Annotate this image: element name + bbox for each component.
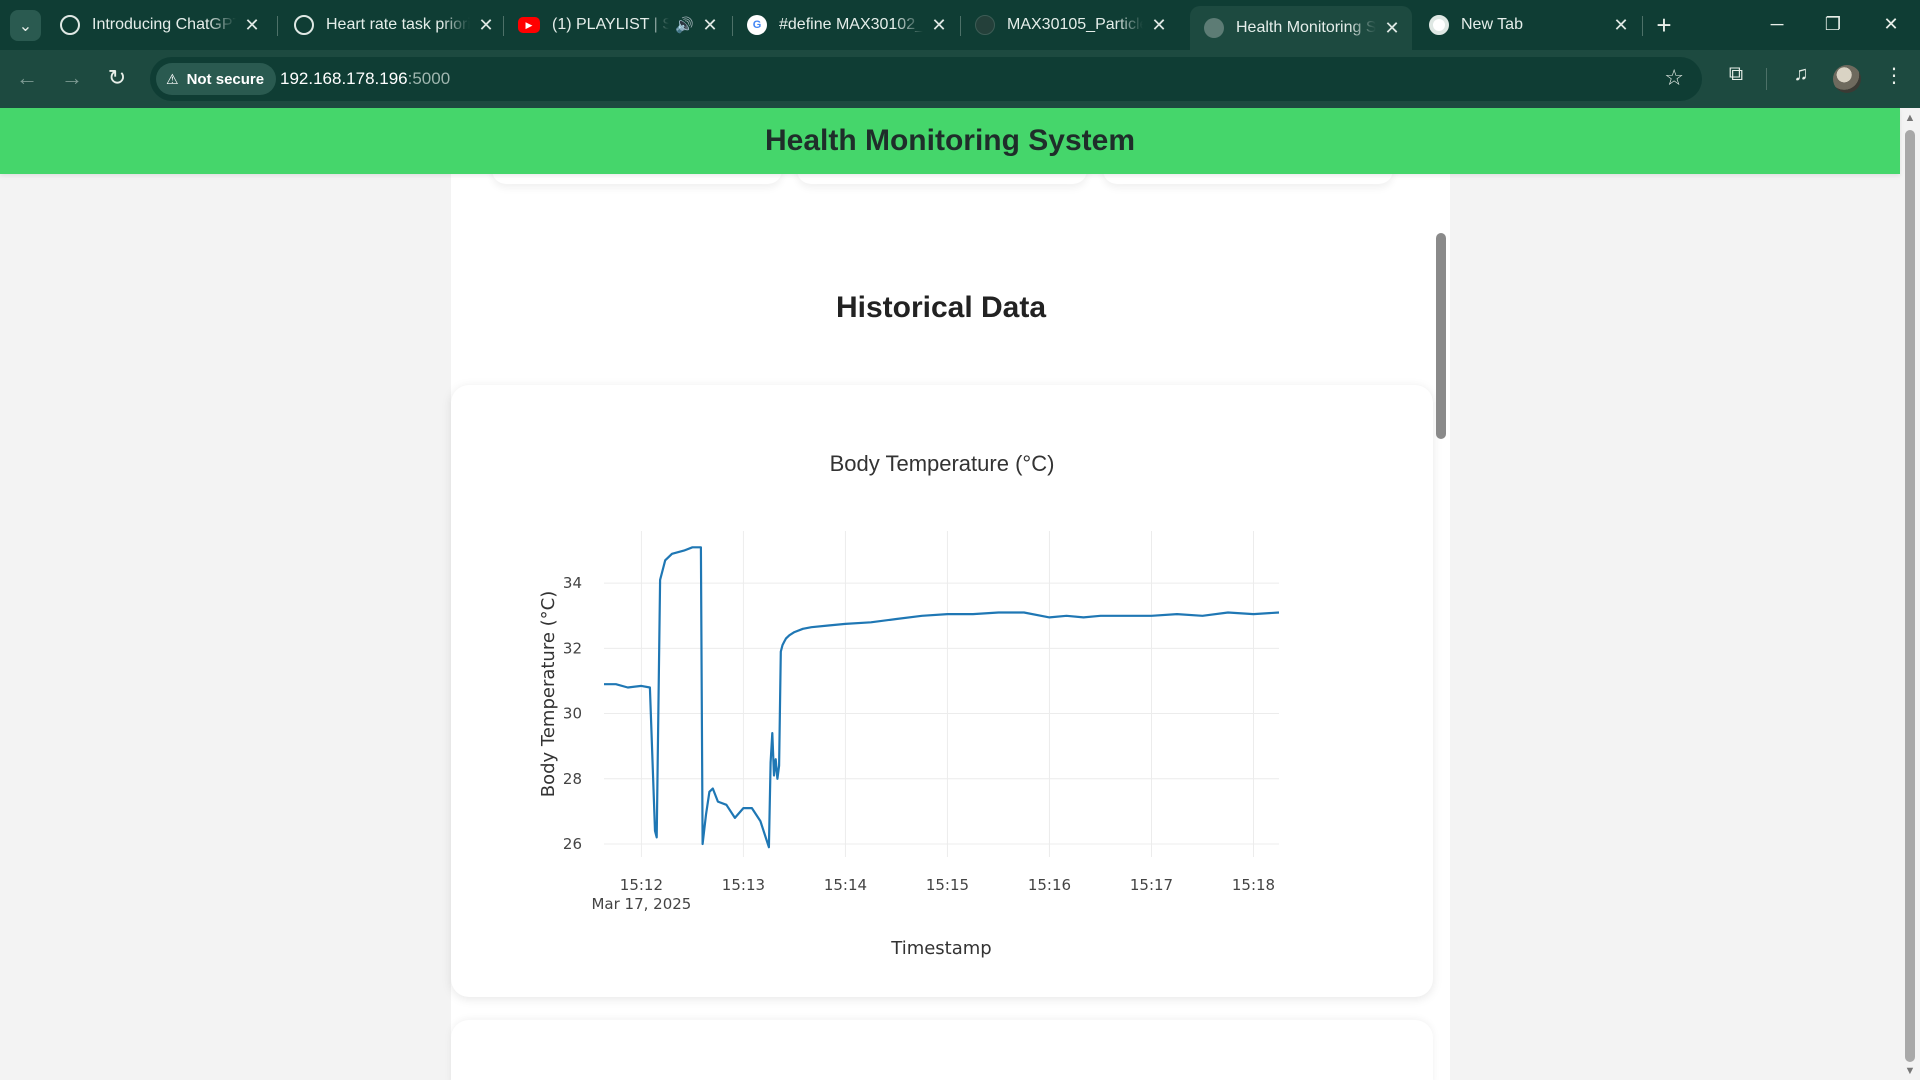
site-header: Health Monitoring System	[0, 108, 1900, 174]
url-text[interactable]: 192.168.178.196:5000	[280, 69, 450, 89]
temperature-chart[interactable]: 26 28 30 32 34 15:12 15:13 15:14 15:15 15:16 15:17…	[451, 385, 1433, 997]
github-icon	[975, 15, 995, 35]
close-icon[interactable]: ✕	[1611, 15, 1631, 36]
site-title: Health Monitoring System	[764, 124, 1136, 157]
content-scrollbar-thumb[interactable]	[1436, 233, 1446, 439]
close-icon[interactable]: ✕	[700, 15, 720, 36]
tab-title: Introducing ChatGPT	[92, 16, 236, 33]
y-tick-label: 32	[563, 639, 582, 657]
x-tick-label: 15:18	[1232, 876, 1275, 894]
next-chart-card	[451, 1020, 1433, 1080]
y-tick-label: 30	[563, 705, 582, 723]
page-viewport: Health Monitoring System Historical Data…	[0, 108, 1920, 1080]
tab-introducing-chatgpt[interactable]: Introducing ChatGPT ✕	[46, 6, 272, 44]
tab-title: Health Monitoring System	[1236, 19, 1376, 36]
x-tick-label: 15:14	[824, 876, 867, 894]
x-tick-label: 15:12	[620, 876, 663, 894]
scroll-up-arrow[interactable]: ▲	[1903, 111, 1917, 125]
extensions-icon[interactable]: ⧉	[1721, 63, 1751, 86]
tab-title: (1) PLAYLIST | Sad Songs	[552, 16, 670, 33]
url-host: 192.168.178.196	[280, 69, 408, 88]
reload-button[interactable]: ↻	[100, 61, 134, 95]
tab-title: New Tab	[1461, 16, 1523, 33]
tab-max30105[interactable]: MAX30105_Particle_Sensor ✕	[961, 6, 1179, 44]
tab-define-max30102[interactable]: G #define MAX30102_F ✕	[733, 6, 959, 44]
close-icon[interactable]: ✕	[929, 15, 949, 36]
temperature-series-line[interactable]	[604, 546, 1280, 849]
tab-title: Heart rate task prioritization	[326, 16, 470, 33]
tab-title: #define MAX30102_F	[779, 16, 923, 33]
media-control-icon[interactable]: ♫	[1786, 63, 1816, 86]
security-label: Not secure	[186, 70, 265, 88]
tab-title: MAX30105_Particle_Sensor	[1007, 16, 1143, 33]
youtube-icon: ▶	[518, 17, 540, 33]
x-tick-label: 15:15	[926, 876, 969, 894]
address-bar[interactable]: ⚠ Not secure 192.168.178.196:5000 ☆	[150, 57, 1702, 101]
y-tick-label: 34	[563, 574, 582, 592]
profile-avatar[interactable]	[1833, 65, 1861, 93]
url-port: :5000	[407, 69, 451, 88]
y-tick-label: 26	[563, 835, 582, 853]
openai-icon	[294, 15, 314, 35]
tab-heart-rate[interactable]: Heart rate task prioritization ✕	[280, 6, 506, 44]
tab-playlist[interactable]: ▶ (1) PLAYLIST | Sad Songs 🔊 ✕	[504, 6, 730, 44]
google-icon: G	[747, 15, 767, 35]
bookmark-star-icon[interactable]: ☆	[1664, 65, 1684, 91]
temperature-chart-card: Body Temperature (°C) 26 28 30 32 34 15:12 15:…	[451, 385, 1433, 997]
back-button[interactable]: ←	[10, 61, 44, 95]
x-axis-title: Timestamp	[890, 938, 991, 959]
forward-button[interactable]: →	[55, 61, 89, 95]
close-icon[interactable]: ✕	[1149, 15, 1169, 36]
browser-toolbar: ← → ↻ ⚠ Not secure 192.168.178.196:5000 …	[0, 50, 1920, 108]
x-tick-label: 15:17	[1130, 876, 1173, 894]
security-chip[interactable]: ⚠ Not secure	[156, 63, 277, 95]
tab-search-button[interactable]: ⌄	[10, 10, 41, 41]
close-icon[interactable]: ✕	[242, 15, 262, 36]
close-icon[interactable]: ✕	[476, 15, 496, 36]
browser-tab-strip: ⌄ Introducing ChatGPT ✕ Heart rate task …	[0, 0, 1920, 50]
scroll-down-arrow[interactable]: ▼	[1903, 1064, 1917, 1078]
close-window-button[interactable]: ✕	[1868, 6, 1914, 42]
speaker-icon[interactable]: 🔊	[675, 16, 694, 34]
chrome-icon	[1429, 15, 1449, 35]
y-tick-label: 28	[563, 770, 582, 788]
globe-icon	[1204, 18, 1224, 38]
y-axis-title: Body Temperature (°C)	[538, 591, 559, 798]
page-scrollbar-thumb[interactable]	[1905, 130, 1915, 1062]
minimize-button[interactable]: ─	[1754, 6, 1800, 42]
x-tick-label: 15:13	[722, 876, 765, 894]
openai-icon	[60, 15, 80, 35]
tab-new-tab[interactable]: New Tab ✕	[1415, 6, 1641, 44]
new-tab-button[interactable]: +	[1647, 8, 1681, 42]
x-date-label: Mar 17, 2025	[591, 895, 691, 913]
content-container: Historical Data Body Temperature (°C) 26…	[451, 164, 1450, 1080]
menu-kebab-icon[interactable]: ⋮	[1879, 63, 1909, 88]
warning-icon: ⚠	[166, 70, 179, 87]
section-title: Historical Data	[835, 291, 1047, 324]
restore-button[interactable]: ❐	[1810, 6, 1856, 42]
x-tick-label: 15:16	[1028, 876, 1071, 894]
close-icon[interactable]: ✕	[1382, 18, 1402, 39]
tab-health-monitoring[interactable]: Health Monitoring System ✕	[1190, 6, 1412, 50]
